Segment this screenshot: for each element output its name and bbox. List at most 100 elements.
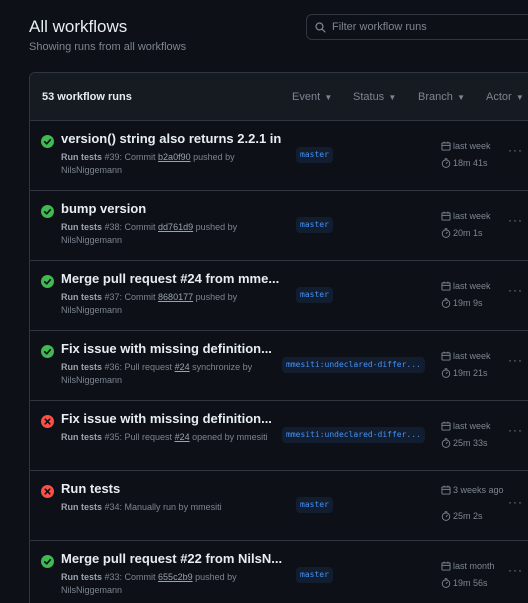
kebab-horizontal-icon[interactable]: ··· <box>508 283 523 297</box>
stopwatch-icon <box>441 368 451 378</box>
run-meta-text: #38: Commit <box>102 222 159 232</box>
kebab-horizontal-icon[interactable]: ··· <box>508 563 523 577</box>
filter-input[interactable] <box>332 21 512 33</box>
workflow-name[interactable]: Run tests <box>61 432 102 442</box>
workflow-name[interactable]: Run tests <box>61 222 102 232</box>
kebab-horizontal-icon[interactable]: ··· <box>508 143 523 157</box>
run-duration: 25m 33s <box>441 438 488 448</box>
run-duration: 19m 9s <box>441 298 483 308</box>
branch-label[interactable]: master <box>296 217 333 233</box>
filter-branch[interactable]: Branch ▼ <box>418 91 465 103</box>
filter-event[interactable]: Event ▼ <box>292 91 332 103</box>
run-meta-actor: opened by mmesiti <box>189 432 268 442</box>
run-ref-link[interactable]: 8680177 <box>158 292 193 302</box>
workflow-name[interactable]: Run tests <box>61 362 102 372</box>
calendar-icon <box>441 211 451 221</box>
workflow-run-row[interactable]: Run tests Run tests #34: Manually run by … <box>30 471 528 541</box>
workflow-run-row[interactable]: Fix issue with missing definition... Run … <box>30 331 528 401</box>
branch-label[interactable]: master <box>296 567 333 583</box>
check-circle-icon <box>41 135 54 148</box>
branch-label[interactable]: master <box>296 147 333 163</box>
run-date: last week <box>441 211 491 221</box>
workflow-name[interactable]: Run tests <box>61 502 102 512</box>
run-duration-text: 19m 9s <box>453 298 483 308</box>
stopwatch-icon <box>441 578 451 588</box>
kebab-horizontal-icon[interactable]: ··· <box>508 353 523 367</box>
run-date-text: last week <box>453 351 491 361</box>
calendar-icon <box>441 281 451 291</box>
run-ref-link[interactable]: #24 <box>175 362 190 372</box>
run-duration-text: 25m 2s <box>453 511 483 521</box>
workflow-runs-list: 53 workflow runs Event ▼ Status ▼ Branch… <box>29 72 528 603</box>
workflow-run-row[interactable]: Fix issue with missing definition... Run … <box>30 401 528 471</box>
run-date-text: last week <box>453 211 491 221</box>
caret-down-icon: ▼ <box>322 92 333 102</box>
run-title[interactable]: Run tests <box>61 481 286 496</box>
kebab-horizontal-icon[interactable]: ··· <box>508 495 523 509</box>
page-title: All workflows <box>29 17 128 36</box>
run-title[interactable]: Merge pull request #22 from NilsN... <box>61 551 286 566</box>
stopwatch-icon <box>441 438 451 448</box>
run-ref-link[interactable]: dd761d9 <box>158 222 193 232</box>
filter-branch-label: Branch <box>418 90 453 103</box>
list-header: 53 workflow runs Event ▼ Status ▼ Branch… <box>30 73 528 121</box>
workflow-run-row[interactable]: version() string also returns 2.2.1 in Ru… <box>30 121 528 191</box>
filter-status[interactable]: Status ▼ <box>353 91 396 103</box>
run-date-text: last week <box>453 281 491 291</box>
run-duration-text: 19m 21s <box>453 368 488 378</box>
run-meta: Run tests #39: Commit b2a0f90 pushed by … <box>61 151 276 177</box>
run-meta-text: #34: Manually run by mmesiti <box>102 502 222 512</box>
run-duration: 19m 56s <box>441 578 488 588</box>
run-date: last week <box>441 141 491 151</box>
filter-actor[interactable]: Actor ▼ <box>486 91 524 103</box>
run-title[interactable]: Fix issue with missing definition... <box>61 411 286 426</box>
run-title[interactable]: Fix issue with missing definition... <box>61 341 286 356</box>
branch-label[interactable]: master <box>296 497 333 513</box>
run-duration: 18m 41s <box>441 158 488 168</box>
run-duration-text: 25m 33s <box>453 438 488 448</box>
run-title[interactable]: version() string also returns 2.2.1 in <box>61 131 286 146</box>
run-ref-link[interactable]: 655c2b9 <box>158 572 193 582</box>
run-ref-link[interactable]: #24 <box>175 432 190 442</box>
check-circle-icon <box>41 205 54 218</box>
run-date: last month <box>441 561 495 571</box>
run-date-text: last week <box>453 421 491 431</box>
caret-down-icon: ▼ <box>454 92 465 102</box>
run-duration-text: 19m 56s <box>453 578 488 588</box>
workflow-run-row[interactable]: Merge pull request #22 from NilsN... Run … <box>30 541 528 603</box>
stopwatch-icon <box>441 228 451 238</box>
workflow-run-row[interactable]: Merge pull request #24 from mme... Run te… <box>30 261 528 331</box>
workflow-name[interactable]: Run tests <box>61 572 102 582</box>
filter-workflow-runs[interactable] <box>306 14 528 40</box>
run-meta-text: #39: Commit <box>102 152 159 162</box>
branch-label[interactable]: mmesiti:undeclared-differ... <box>282 427 425 443</box>
run-meta: Run tests #36: Pull request #24 synchron… <box>61 361 276 387</box>
run-title[interactable]: Merge pull request #24 from mme... <box>61 271 286 286</box>
run-duration-text: 18m 41s <box>453 158 488 168</box>
page-header: All workflows Showing runs from all work… <box>29 16 186 53</box>
kebab-horizontal-icon[interactable]: ··· <box>508 213 523 227</box>
filter-event-label: Event <box>292 90 321 103</box>
stopwatch-icon <box>441 511 451 521</box>
run-ref-link[interactable]: b2a0f90 <box>158 152 191 162</box>
workflow-name[interactable]: Run tests <box>61 152 102 162</box>
run-meta-text: #36: Pull request <box>102 362 175 372</box>
run-meta: Run tests #34: Manually run by mmesiti <box>61 501 276 514</box>
run-meta-text: #37: Commit <box>102 292 159 302</box>
workflow-name[interactable]: Run tests <box>61 292 102 302</box>
caret-down-icon: ▼ <box>513 92 524 102</box>
stopwatch-icon <box>441 298 451 308</box>
run-count: 53 workflow runs <box>42 90 132 103</box>
branch-label[interactable]: master <box>296 287 333 303</box>
run-title[interactable]: bump version <box>61 201 286 216</box>
search-icon <box>315 21 326 33</box>
run-duration-text: 20m 1s <box>453 228 483 238</box>
run-duration: 25m 2s <box>441 511 483 521</box>
kebab-horizontal-icon[interactable]: ··· <box>508 423 523 437</box>
workflow-run-row[interactable]: bump version Run tests #38: Commit dd761d… <box>30 191 528 261</box>
branch-label[interactable]: mmesiti:undeclared-differ... <box>282 357 425 373</box>
filter-status-label: Status <box>353 90 385 103</box>
calendar-icon <box>441 485 451 495</box>
run-meta-text: #33: Commit <box>102 572 159 582</box>
run-date-text: last month <box>453 561 495 571</box>
